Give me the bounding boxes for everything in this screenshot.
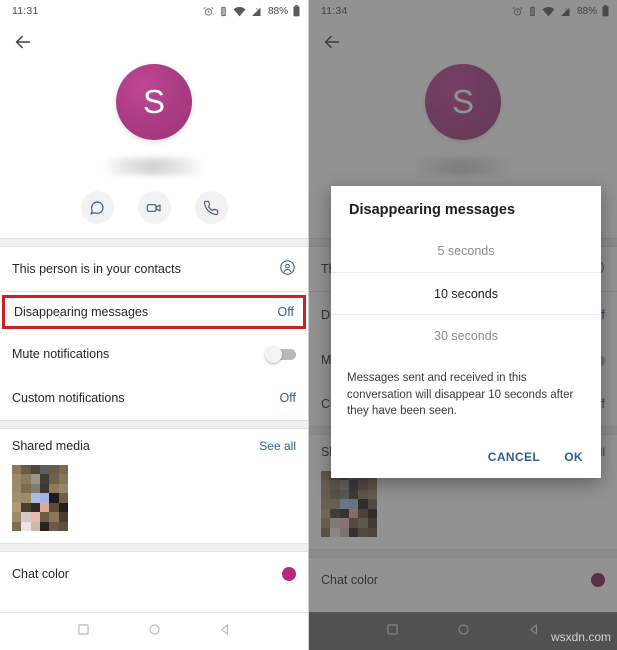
android-nav-bar: [0, 612, 308, 650]
dialog-option-5-seconds[interactable]: 5 seconds: [331, 230, 601, 272]
recents-square-icon[interactable]: [77, 623, 90, 641]
back-triangle-icon[interactable]: [528, 623, 541, 641]
section-divider: [0, 543, 308, 552]
back-triangle-icon[interactable]: [219, 623, 232, 641]
wifi-icon: [233, 6, 246, 17]
option-label: 5 seconds: [437, 244, 495, 258]
row-chat-color[interactable]: Chat color: [0, 552, 308, 596]
contact-person-icon: [279, 259, 296, 279]
cellular-signal-icon: x: [559, 6, 571, 17]
watermark: wsxdn.com: [550, 630, 611, 644]
dialog-description: Messages sent and received in this conve…: [347, 372, 574, 418]
shared-media-strip: [309, 469, 617, 549]
recents-square-icon[interactable]: [386, 623, 399, 641]
avatar[interactable]: S: [425, 64, 501, 140]
status-bar-clock: 11:34: [321, 5, 348, 17]
section-divider: [0, 420, 308, 429]
status-bar-icons: x 88%: [512, 5, 609, 17]
row-label: Mute notifications: [12, 347, 110, 361]
shared-media-header: Shared media See all: [0, 429, 308, 463]
action-button-row: [0, 191, 308, 238]
row-label: This person is in your contacts: [12, 262, 181, 276]
divider: [0, 291, 308, 292]
svg-text:x: x: [256, 6, 258, 11]
cancel-button[interactable]: CANCEL: [488, 450, 540, 464]
row-contacts-status[interactable]: This person is in your contacts: [0, 247, 308, 291]
mute-notifications-toggle[interactable]: [265, 345, 296, 363]
toggle-knob: [265, 345, 282, 363]
contact-name-redacted: [106, 158, 202, 175]
battery-icon: [602, 5, 609, 17]
dialog-option-10-seconds[interactable]: 10 seconds: [331, 272, 601, 314]
row-mute-notifications[interactable]: Mute notifications: [0, 332, 308, 376]
row-chat-color[interactable]: Chat color: [309, 558, 617, 602]
wifi-icon: [542, 6, 555, 17]
ok-button[interactable]: OK: [564, 450, 583, 464]
section-divider: [0, 238, 308, 247]
row-value: Off: [277, 305, 294, 319]
battery-icon: [293, 5, 300, 17]
contact-name-redacted: [415, 158, 511, 175]
top-bar: [309, 22, 617, 62]
cellular-signal-icon: x: [250, 6, 262, 17]
top-bar: [0, 22, 308, 62]
dialog-option-30-seconds[interactable]: 30 seconds: [331, 314, 601, 356]
video-call-action-button[interactable]: [137, 191, 171, 224]
svg-text:x: x: [565, 6, 567, 11]
row-label: Chat color: [12, 567, 69, 581]
row-label: Custom notifications: [12, 391, 125, 405]
disappearing-messages-dialog: Disappearing messages 5 seconds 10 secon…: [331, 186, 601, 479]
status-bar: 11:34 x 88%: [309, 0, 617, 22]
battery-percent: 88%: [576, 5, 597, 17]
row-disappearing-messages[interactable]: Disappearing messages Off: [2, 295, 306, 329]
status-bar-clock: 11:31: [12, 5, 39, 17]
status-bar: 11:31 x 88%: [0, 0, 308, 22]
message-action-button[interactable]: [80, 191, 114, 224]
profile-header: S: [0, 62, 308, 175]
see-all-link[interactable]: See all: [259, 439, 296, 453]
option-label: 30 seconds: [434, 328, 498, 343]
avatar[interactable]: S: [116, 64, 192, 140]
alarm-icon: [203, 6, 214, 17]
row-label: Disappearing messages: [14, 305, 149, 319]
option-label: 10 seconds: [434, 286, 498, 301]
shared-media-thumbnail[interactable]: [321, 471, 377, 537]
battery-percent: 88%: [267, 5, 288, 17]
screenshot-root: 11:31 x 88% S This person is in your con…: [0, 0, 617, 650]
vibrate-icon: [218, 6, 229, 17]
status-bar-icons: x 88%: [203, 5, 300, 17]
dialog-title: Disappearing messages: [349, 202, 516, 218]
row-custom-notifications[interactable]: Custom notifications Off: [0, 376, 308, 420]
alarm-icon: [512, 6, 523, 17]
shared-media-label: Shared media: [12, 439, 90, 453]
chat-color-swatch[interactable]: [591, 573, 605, 587]
home-circle-icon[interactable]: [457, 623, 470, 641]
section-divider: [309, 549, 617, 558]
shared-media-strip: [0, 463, 308, 543]
shared-media-thumbnail[interactable]: [12, 465, 68, 531]
home-circle-icon[interactable]: [148, 623, 161, 641]
vibrate-icon: [527, 6, 538, 17]
left-phone-panel: 11:31 x 88% S This person is in your con…: [0, 0, 308, 650]
voice-call-action-button[interactable]: [194, 191, 228, 224]
back-arrow-icon[interactable]: [321, 31, 343, 53]
right-phone-panel: 11:34 x 88% S Chat color Disappearing me…: [308, 0, 617, 650]
dialog-action-row: CANCEL OK: [331, 450, 601, 478]
chat-color-swatch[interactable]: [282, 567, 296, 581]
row-value: Off: [279, 391, 296, 405]
profile-header: S: [309, 62, 617, 175]
back-arrow-icon[interactable]: [12, 31, 34, 53]
row-label: Chat color: [321, 573, 378, 587]
